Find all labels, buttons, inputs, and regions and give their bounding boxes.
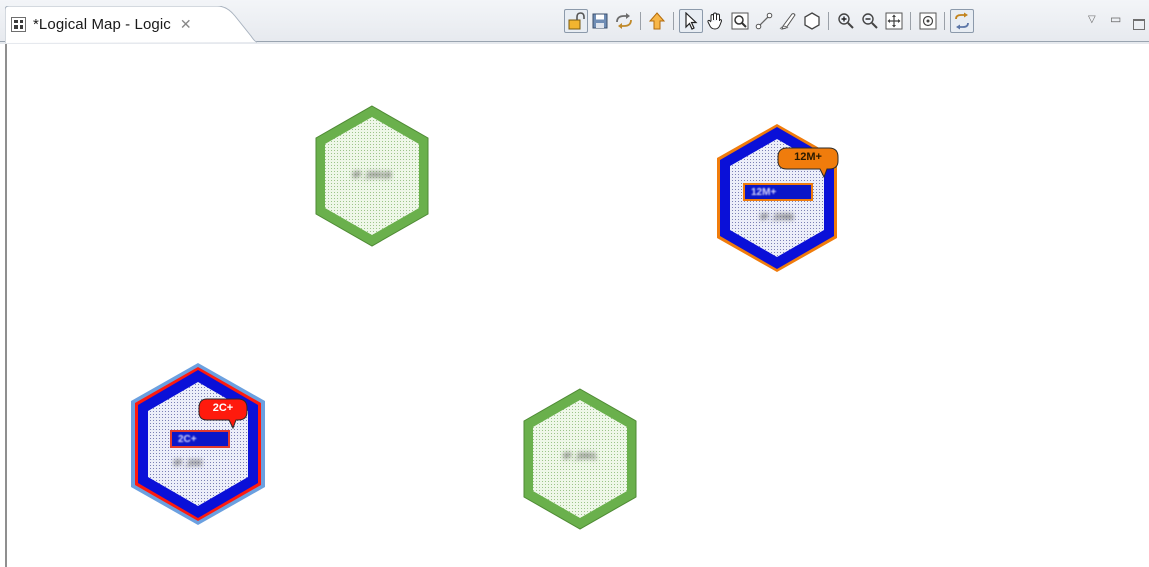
tab-logical-map[interactable]: *Logical Map - Logic ✕ — [5, 6, 257, 43]
up-arrow-icon[interactable] — [645, 9, 669, 33]
close-icon[interactable]: ✕ — [180, 17, 192, 31]
badge-label: 12M+ — [794, 151, 822, 163]
fit-to-window-icon[interactable] — [882, 9, 906, 33]
network-node[interactable]: IP_2001 — [518, 385, 642, 533]
network-node[interactable]: 2C+ IP_200 2C+ — [126, 360, 270, 528]
hexagon-shape-icon[interactable] — [800, 9, 824, 33]
select-pointer-icon[interactable] — [679, 9, 703, 33]
alarm-indicator: 12M+ — [743, 183, 813, 201]
lock-icon[interactable] — [564, 9, 588, 33]
pan-hand-icon[interactable] — [703, 9, 727, 33]
critical-alarm-badge[interactable]: 2C+ — [198, 398, 250, 430]
node-label: IP_2086 — [760, 212, 794, 222]
network-node[interactable]: IP_20018 — [310, 102, 434, 250]
node-label: IP_200 — [173, 458, 203, 468]
badge-label: 2C+ — [212, 402, 234, 414]
tab-title: *Logical Map - Logic — [33, 15, 171, 33]
maximize-icon[interactable] — [1133, 19, 1145, 30]
alarm-indicator: 2C+ — [170, 430, 230, 448]
toolbar-separator — [640, 12, 641, 30]
node-label: IP_20018 — [352, 170, 392, 180]
alarm-text: 12M+ — [751, 186, 777, 198]
toolbar-separator — [828, 12, 829, 30]
center-view-icon[interactable] — [916, 9, 940, 33]
node-label: IP_2001 — [563, 451, 597, 461]
logical-map-icon — [11, 16, 26, 32]
toolbar-separator — [910, 12, 911, 30]
sync-layout-icon[interactable] — [950, 9, 974, 33]
major-alarm-badge[interactable]: 12M+ — [777, 147, 841, 179]
save-icon[interactable] — [588, 9, 612, 33]
toolbar-separator — [673, 12, 674, 30]
zoom-in-icon[interactable] — [834, 9, 858, 33]
connect-link-icon[interactable] — [752, 9, 776, 33]
minimize-icon[interactable]: ▭ — [1110, 12, 1121, 26]
alarm-text: 2C+ — [178, 433, 197, 445]
zoom-region-icon[interactable] — [728, 9, 752, 33]
map-canvas[interactable]: IP_20018 12M+ IP_2086 12M+ 2C+ IP_200 2C… — [5, 44, 1149, 567]
refresh-icon[interactable] — [612, 9, 636, 33]
editor-tab-bar: *Logical Map - Logic ✕ ▽ ▭ — [0, 0, 1149, 44]
view-menu-icon[interactable]: ▽ — [1088, 14, 1096, 25]
draw-pen-icon[interactable] — [776, 9, 800, 33]
zoom-out-icon[interactable] — [858, 9, 882, 33]
network-node[interactable]: 12M+ IP_2086 12M+ — [711, 120, 843, 276]
toolbar-separator — [944, 12, 945, 30]
